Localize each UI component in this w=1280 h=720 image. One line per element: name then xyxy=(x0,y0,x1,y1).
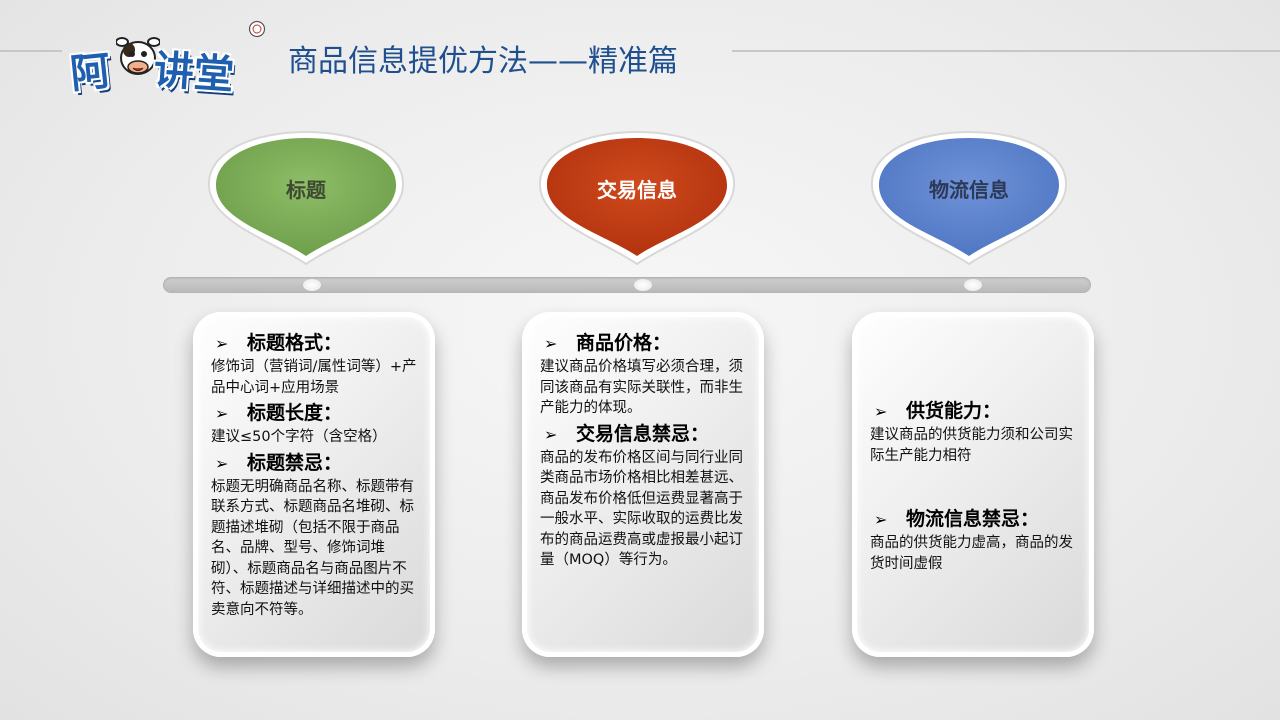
heading-text: 商品价格： xyxy=(576,332,672,354)
category-label-title: 标题 xyxy=(286,178,326,202)
arrow-bullet-icon: ➢ xyxy=(544,334,558,353)
section-body: 建议商品的供货能力须和公司实际生产能力相符 xyxy=(870,427,1073,464)
category-marker-trade: 交易信息 xyxy=(532,128,742,268)
heading-text: 标题长度： xyxy=(247,402,343,424)
arrow-bullet-icon: ➢ xyxy=(874,402,888,421)
section-heading: ➢ 物流信息禁忌： xyxy=(874,506,1080,533)
section-body: 修饰词（营销词/属性词等）+产品中心词+应用场景 xyxy=(211,359,417,396)
arrow-bullet-icon: ➢ xyxy=(215,453,229,473)
arrow-bullet-icon: ➢ xyxy=(215,404,229,423)
logo-text-first: 阿 xyxy=(68,48,113,98)
section-body: 商品的发布价格区间与同行业同类商品市场价格相比相差甚远、商品发布价格低但运费显著… xyxy=(540,449,743,569)
logo: 阿 讲堂 xyxy=(66,18,276,99)
section-body: 建议≤50个字符（含空格） xyxy=(211,429,387,445)
heading-text: 标题禁忌： xyxy=(247,451,343,474)
card-title-rules: ➢ 标题格式： 修饰词（营销词/属性词等）+产品中心词+应用场景 ➢ 标题长度： 建… xyxy=(193,312,435,657)
card-logistics-rules: ➢ 供货能力： 建议商品的供货能力须和公司实际生产能力相符 ➢ 物流信息禁忌： 商品… xyxy=(852,312,1094,657)
header-rule-left xyxy=(0,50,62,52)
section-body: 商品的供货能力虚高，商品的发货时间虚假 xyxy=(870,535,1073,572)
heading-text: 标题格式： xyxy=(247,332,343,354)
section-heading: ➢ 标题禁忌： xyxy=(215,450,421,477)
heading-text: 供货能力： xyxy=(906,400,1002,422)
card-trade-rules: ➢ 商品价格： 建议商品价格填写必须合理，须同该商品有实际关联性，而非生产能力的体… xyxy=(522,312,764,657)
arrow-bullet-icon: ➢ xyxy=(544,424,558,444)
section-heading: ➢ 标题长度： xyxy=(215,400,421,427)
logo-badge-icon xyxy=(248,20,266,38)
page-title: 商品信息提优方法——精准篇 xyxy=(288,44,678,79)
category-label-logistics: 物流信息 xyxy=(929,178,1009,202)
section-heading: ➢ 商品价格： xyxy=(544,330,750,357)
category-marker-title: 标题 xyxy=(201,128,411,268)
section-heading: ➢ 标题格式： xyxy=(215,330,421,357)
timeline-dot xyxy=(634,279,652,291)
logo-text-rest: 讲堂 xyxy=(152,47,236,99)
section-body: 建议商品价格填写必须合理，须同该商品有实际关联性，而非生产能力的体现。 xyxy=(540,359,743,416)
heading-text: 物流信息禁忌： xyxy=(906,508,1040,530)
section-heading: ➢ 交易信息禁忌： xyxy=(544,421,750,448)
section-body: 标题无明确商品名称、标题带有联系方式、标题商品名堆砌、标题描述堆砌（包括不限于商… xyxy=(211,478,414,618)
timeline-dot xyxy=(964,279,982,291)
heading-text: 交易信息禁忌： xyxy=(576,422,710,445)
header-rule-right xyxy=(732,50,1280,52)
timeline-dot xyxy=(303,279,321,291)
section-heading: ➢ 供货能力： xyxy=(874,398,1080,425)
category-label-trade: 交易信息 xyxy=(597,178,677,202)
arrow-bullet-icon: ➢ xyxy=(874,510,888,529)
arrow-bullet-icon: ➢ xyxy=(215,334,229,353)
category-marker-logistics: 物流信息 xyxy=(864,128,1074,268)
